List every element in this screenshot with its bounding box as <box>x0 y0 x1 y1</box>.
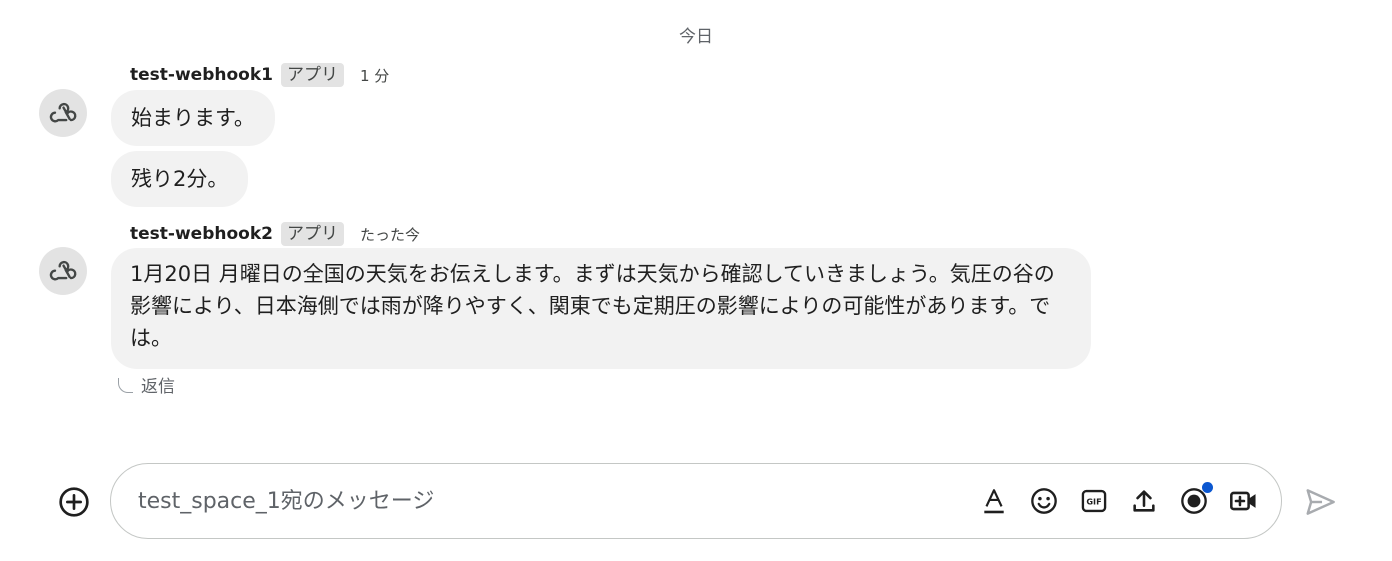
send-button[interactable] <box>1302 484 1338 520</box>
video-meeting-button[interactable] <box>1229 486 1259 516</box>
reply-link[interactable]: 返信 <box>118 372 175 397</box>
sender-name[interactable]: test-webhook2 <box>130 224 273 244</box>
app-badge: アプリ <box>280 63 344 87</box>
webhook-icon <box>49 102 77 123</box>
message-bubble[interactable]: 始まります。 <box>111 90 275 146</box>
webhook-avatar[interactable] <box>39 247 87 295</box>
message-input[interactable] <box>136 487 900 515</box>
app-badge: アプリ <box>280 222 344 246</box>
message-time: 1 分 <box>359 66 390 85</box>
svg-text:GIF: GIF <box>1086 497 1101 507</box>
reply-label: 返信 <box>141 377 175 397</box>
message-time: たった今 <box>359 225 420 244</box>
video-add-icon <box>1230 491 1256 511</box>
sender-name[interactable]: test-webhook1 <box>130 65 273 85</box>
emoji-icon <box>1031 488 1057 514</box>
add-circle-icon <box>59 487 89 517</box>
gif-icon: GIF <box>1081 489 1107 513</box>
emoji-button[interactable] <box>1029 486 1059 516</box>
reply-thread-icon <box>118 378 133 393</box>
message-header: test-webhook1 アプリ 1 分 <box>130 63 389 87</box>
webhook-avatar[interactable] <box>39 89 87 137</box>
message-bubble[interactable]: 残り2分。 <box>111 151 249 207</box>
message-composer: GIF <box>110 463 1282 539</box>
record-button[interactable] <box>1179 482 1213 516</box>
upload-button[interactable] <box>1129 486 1159 516</box>
format-text-icon <box>984 489 1004 514</box>
message-header: test-webhook2 アプリ たった今 <box>130 222 420 246</box>
format-text-button[interactable] <box>979 486 1009 516</box>
composer-toolbar: GIF <box>979 464 1259 538</box>
send-icon <box>1306 489 1335 515</box>
webhook-icon <box>49 260 77 281</box>
upload-icon <box>1133 490 1155 512</box>
message-bubble[interactable]: 1月20日 月曜日の全国の天気をお伝えします。まずは天気から確認していきましょう… <box>111 248 1091 369</box>
gif-button[interactable]: GIF <box>1079 486 1109 516</box>
notification-dot <box>1202 482 1213 493</box>
add-button[interactable] <box>57 485 91 519</box>
date-divider: 今日 <box>679 27 713 47</box>
